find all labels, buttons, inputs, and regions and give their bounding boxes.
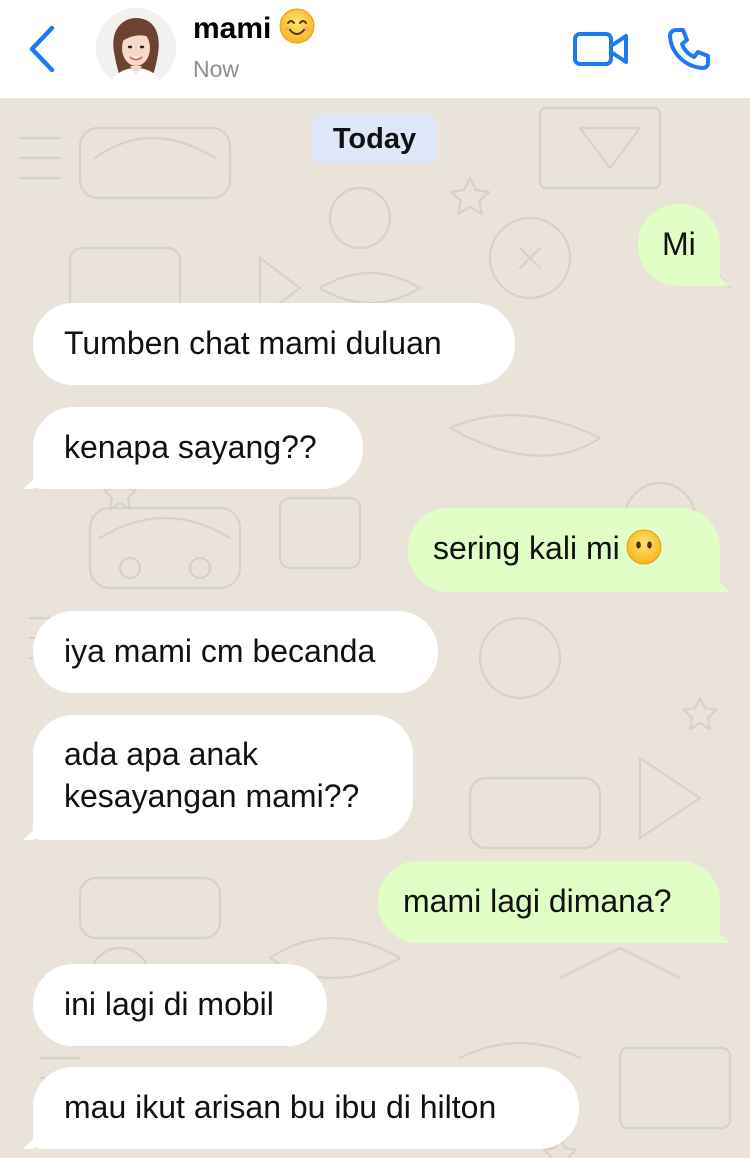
video-camera-icon [573, 32, 628, 66]
smiling-face-icon [279, 8, 315, 44]
contact-name-row[interactable]: mami [193, 8, 315, 49]
message-text: Tumben chat mami duluan [64, 325, 442, 361]
message-bubble-incoming[interactable]: mau ikut arisan bu ibu di hilton [33, 1067, 579, 1149]
message-bubble-incoming[interactable]: ini lagi di mobil [33, 964, 327, 1046]
message-text: kenapa sayang?? [64, 429, 317, 465]
message-text-line: kesayangan mami?? [64, 778, 360, 814]
message-text: Mi [662, 226, 696, 262]
voice-call-button[interactable] [666, 26, 712, 72]
chat-area[interactable]: Today Mi Tumben chat mami duluan kenapa … [0, 98, 750, 1158]
phone-icon [668, 28, 710, 70]
message-text-line: ada apa anak [64, 736, 258, 772]
message-text: sering kali mi [433, 530, 620, 566]
message-bubble-incoming[interactable]: kenapa sayang?? [33, 407, 363, 489]
date-separator: Today [312, 114, 437, 164]
back-button[interactable] [22, 24, 66, 74]
message-text: iya mami cm becanda [64, 633, 376, 669]
chat-header: mami Now [0, 0, 750, 98]
message-bubble-outgoing[interactable]: mami lagi dimana? [378, 861, 720, 943]
message-text: ini lagi di mobil [64, 986, 274, 1022]
video-call-button[interactable] [572, 28, 630, 70]
contact-photo [96, 8, 176, 88]
message-text: mau ikut arisan bu ibu di hilton [64, 1089, 497, 1125]
contact-name: mami [193, 12, 272, 45]
message-bubble-outgoing[interactable]: sering kali mi [408, 508, 720, 592]
message-bubble-incoming[interactable]: ada apa anak kesayangan mami?? [33, 715, 413, 840]
face-without-mouth-icon [626, 529, 662, 565]
message-text: mami lagi dimana? [403, 883, 672, 919]
message-bubble-incoming[interactable]: iya mami cm becanda [33, 611, 438, 693]
avatar[interactable] [96, 8, 176, 88]
contact-status: Now [193, 56, 240, 82]
chevron-left-icon [29, 25, 55, 73]
message-bubble-outgoing[interactable]: Mi [638, 204, 720, 286]
message-bubble-incoming[interactable]: Tumben chat mami duluan [33, 303, 515, 385]
